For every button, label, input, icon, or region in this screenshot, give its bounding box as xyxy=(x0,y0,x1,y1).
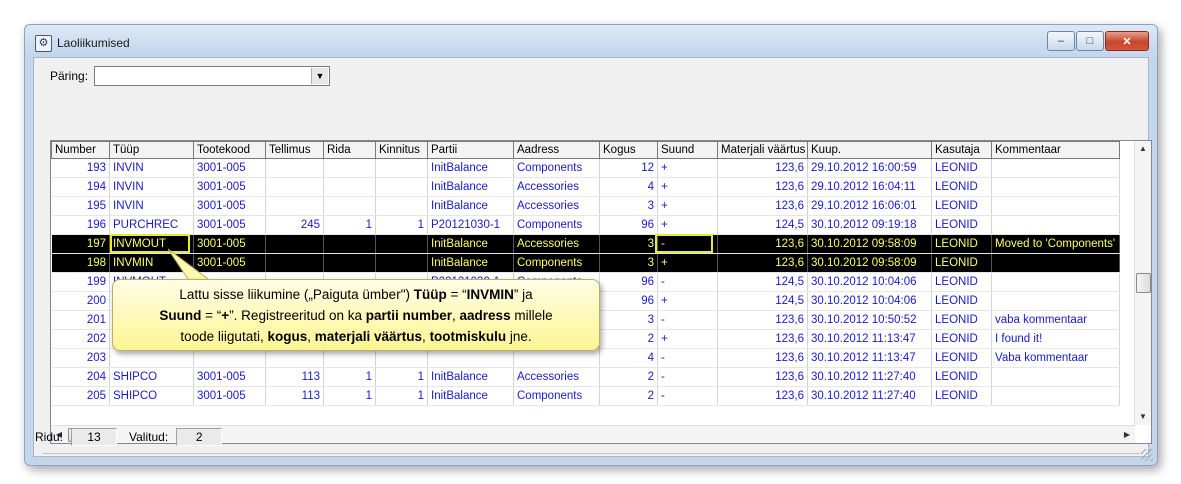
callout-text: ”. Registreeritud on ka xyxy=(229,308,366,323)
callout-line-3: toode liigutati, kogus, materjali väärtu… xyxy=(113,326,599,347)
callout-bold: INVMIN xyxy=(466,287,514,302)
callout-text: , xyxy=(452,308,460,323)
callout-text: , xyxy=(422,329,430,344)
callout-text: toode liigutati, xyxy=(180,329,268,344)
callout-text: jne. xyxy=(506,329,532,344)
callout-text: = “ xyxy=(201,308,222,323)
callout-text: millele xyxy=(510,308,553,323)
callout-text: , xyxy=(307,329,315,344)
callout-bold: kogus xyxy=(267,329,308,344)
callout-bold: aadress xyxy=(459,308,511,323)
callout-line-2: Suund = “+”. Registreeritud on ka partii… xyxy=(113,305,599,326)
callout-pointer xyxy=(167,248,214,283)
callout-text: = “ xyxy=(446,287,467,302)
callout-line-1: Lattu sisse liikumine („Paiguta ümber") … xyxy=(113,284,599,305)
callout-text: ” ja xyxy=(513,287,533,302)
callout-text: Lattu sisse liikumine („Paiguta ümber") xyxy=(179,287,414,302)
callout-bold: Suund xyxy=(159,308,202,323)
callout-annotation: Lattu sisse liikumine („Paiguta ümber") … xyxy=(112,279,600,351)
callout-bold: tootmiskulu xyxy=(429,329,507,344)
callout-bold: Tüüp xyxy=(413,287,447,302)
callout-bold: materjali väärtus xyxy=(314,329,423,344)
callout-bold: + xyxy=(221,308,230,323)
callout-bold: partii number xyxy=(365,308,453,323)
